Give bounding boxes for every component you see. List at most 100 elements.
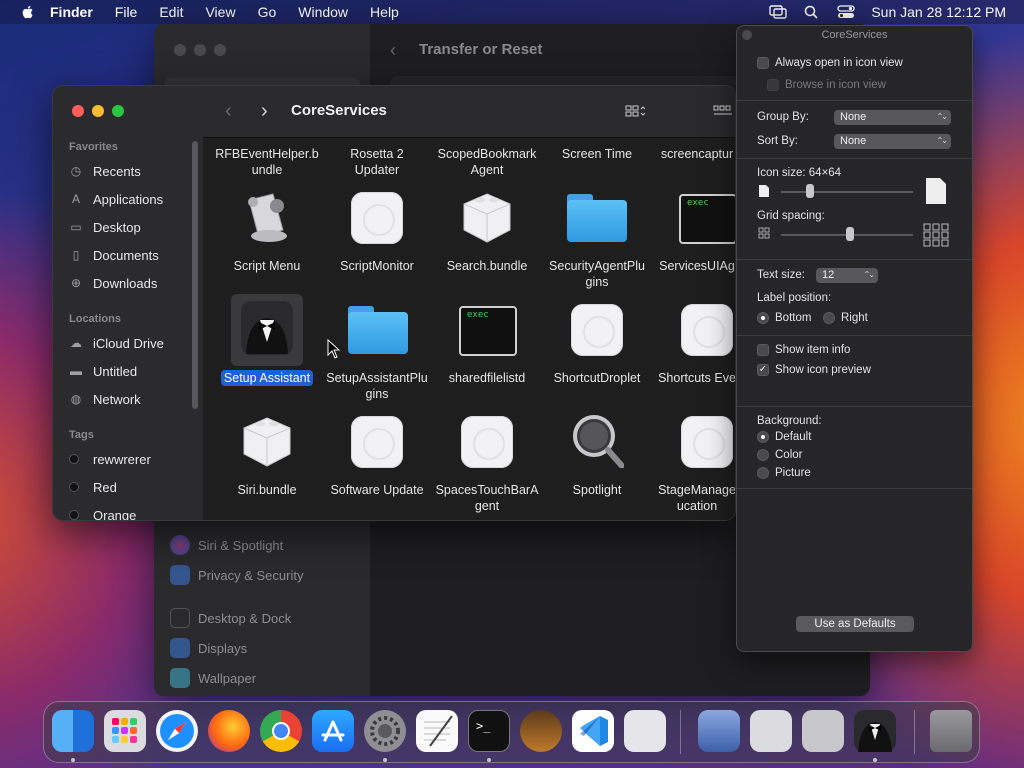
file-item-scopedbookmarkagent[interactable]: ScopedBookmark Agent bbox=[432, 146, 542, 178]
sidebar-item-downloads[interactable]: ⊕ Downloads bbox=[69, 271, 157, 295]
always-open-checkbox[interactable]: Always open in icon view bbox=[757, 57, 903, 69]
firefox-dock-icon[interactable] bbox=[208, 710, 250, 752]
finder-content: ‹ › CoreServices RFBEventHelper.b undle … bbox=[203, 86, 735, 520]
sidebar-tag-red[interactable]: Red bbox=[69, 475, 117, 499]
settings-item-label: Wallpaper bbox=[198, 670, 257, 686]
wide-grid-icon bbox=[923, 223, 949, 247]
sidebar-item-recents[interactable]: ◷ Recents bbox=[69, 159, 141, 183]
back-chevron-icon[interactable]: ‹ bbox=[390, 40, 396, 61]
bootcamp-dock-icon[interactable] bbox=[750, 710, 792, 752]
settings-zoom-button[interactable] bbox=[214, 44, 226, 56]
minimize-button[interactable] bbox=[92, 105, 104, 117]
tags-header: Tags bbox=[69, 429, 94, 441]
menu-view[interactable]: View bbox=[205, 4, 235, 20]
forward-chevron-icon[interactable]: › bbox=[261, 100, 268, 123]
menu-clock[interactable]: Sun Jan 28 12:12 PM bbox=[871, 4, 1006, 20]
show-item-info-checkbox[interactable]: Show item info bbox=[757, 344, 850, 356]
settings-item-wallpaper[interactable]: Wallpaper bbox=[170, 665, 256, 691]
background-picture-radio[interactable]: Picture bbox=[757, 467, 811, 479]
file-label: Rosetta 2 Updater bbox=[350, 147, 404, 177]
menu-window[interactable]: Window bbox=[298, 4, 348, 20]
trash-dock-icon[interactable] bbox=[930, 710, 972, 752]
settings-item-label: Privacy & Security bbox=[198, 567, 304, 583]
file-item-screen-time[interactable]: Screen Time bbox=[542, 146, 652, 162]
sidebar-item-icloud-drive[interactable]: ☁ iCloud Drive bbox=[69, 331, 164, 355]
file-item-screencapture[interactable]: screencaptur bbox=[652, 146, 735, 162]
running-indicator bbox=[487, 758, 491, 762]
terminal-exec-icon: exec bbox=[679, 194, 735, 244]
apple-menu-icon[interactable] bbox=[20, 4, 36, 20]
panel-close-button[interactable] bbox=[742, 30, 752, 40]
settings-item-desktop-dock[interactable]: Desktop & Dock bbox=[170, 605, 291, 631]
generic-app-dock-icon[interactable] bbox=[624, 710, 666, 752]
group-by-select[interactable]: None bbox=[834, 109, 951, 125]
settings-item-privacy-security[interactable]: Privacy & Security bbox=[170, 562, 303, 588]
vscode-dock-icon[interactable] bbox=[572, 710, 614, 752]
file-label: ShortcutDroplet bbox=[553, 371, 641, 385]
launchpad-dock-icon[interactable] bbox=[104, 710, 146, 752]
folder-icon bbox=[348, 306, 408, 354]
menu-help[interactable]: Help bbox=[370, 4, 399, 20]
settings-item-displays[interactable]: Displays bbox=[170, 635, 247, 661]
safari-dock-icon[interactable] bbox=[156, 710, 198, 752]
chrome-dock-icon[interactable] bbox=[260, 710, 302, 752]
close-button[interactable] bbox=[72, 105, 84, 117]
sidebar-item-network[interactable]: ◍ Network bbox=[69, 387, 141, 411]
screen-mirroring-icon[interactable] bbox=[769, 5, 788, 19]
sidebar-item-desktop[interactable]: ▭ Desktop bbox=[69, 215, 140, 239]
finder-dock-icon[interactable] bbox=[52, 710, 94, 752]
system-settings-dock-icon[interactable] bbox=[364, 710, 406, 752]
settings-minimize-button[interactable] bbox=[194, 44, 206, 56]
file-item-rfbeventhelper[interactable]: RFBEventHelper.b undle bbox=[212, 146, 322, 178]
sidebar-tag-orange[interactable]: Orange bbox=[69, 503, 136, 520]
checkbox-icon bbox=[757, 57, 769, 69]
show-icon-preview-checkbox[interactable]: ✓ Show icon preview bbox=[757, 364, 871, 376]
use-as-defaults-button[interactable]: Use as Defaults bbox=[796, 616, 914, 632]
label-position-right-radio[interactable]: Right bbox=[823, 312, 868, 324]
garageband-dock-icon[interactable] bbox=[520, 710, 562, 752]
label-position-bottom-radio[interactable]: Bottom bbox=[757, 312, 811, 324]
view-grid-icon[interactable] bbox=[625, 103, 645, 119]
textedit-dock-icon[interactable] bbox=[416, 710, 458, 752]
wallpaper-icon bbox=[170, 668, 190, 688]
settings-close-button[interactable] bbox=[174, 44, 186, 56]
settings-item-siri-spotlight[interactable]: Siri & Spotlight bbox=[170, 532, 283, 558]
control-center-icon[interactable] bbox=[837, 5, 855, 19]
sidebar-item-label: Documents bbox=[93, 247, 159, 263]
search-icon[interactable] bbox=[803, 5, 821, 19]
back-chevron-icon[interactable]: ‹ bbox=[225, 100, 232, 123]
sidebar-tag-rewwrerer[interactable]: rewwrerer bbox=[69, 447, 151, 471]
app-store-dock-icon[interactable] bbox=[312, 710, 354, 752]
tag-dot-icon bbox=[69, 454, 79, 464]
menu-edit[interactable]: Edit bbox=[159, 4, 183, 20]
menu-app-finder[interactable]: Finder bbox=[50, 4, 93, 20]
file-label: SpacesTouchBarA gent bbox=[435, 483, 539, 513]
sidebar-scrollbar[interactable] bbox=[192, 141, 198, 409]
zoom-button[interactable] bbox=[112, 105, 124, 117]
disk-utility-dock-icon[interactable] bbox=[802, 710, 844, 752]
sidebar-item-applications[interactable]: A Applications bbox=[69, 187, 163, 211]
file-label: Siri.bundle bbox=[237, 483, 297, 497]
terminal-dock-icon[interactable]: >_ bbox=[468, 710, 510, 752]
setup-assistant-dock-icon[interactable] bbox=[854, 710, 896, 752]
group-view-icon[interactable] bbox=[713, 103, 733, 119]
migration-assistant-dock-icon[interactable] bbox=[698, 710, 740, 752]
sidebar-item-untitled[interactable]: ▬ Untitled bbox=[69, 359, 137, 383]
file-item-rosetta-updater[interactable]: Rosetta 2 Updater bbox=[322, 146, 432, 178]
sidebar-item-documents[interactable]: ▯ Documents bbox=[69, 243, 159, 267]
grid-spacing-slider-knob[interactable] bbox=[845, 227, 854, 241]
background-default-radio[interactable]: Default bbox=[757, 431, 811, 443]
background-color-radio[interactable]: Color bbox=[757, 449, 802, 461]
sort-by-select[interactable]: None bbox=[834, 133, 951, 149]
divider bbox=[737, 335, 972, 336]
applications-icon: A bbox=[71, 192, 80, 206]
dock-icon bbox=[170, 608, 190, 628]
cloud-icon: ☁ bbox=[70, 336, 82, 350]
generic-app-icon bbox=[351, 416, 403, 468]
menu-file[interactable]: File bbox=[115, 4, 138, 20]
menu-go[interactable]: Go bbox=[258, 4, 277, 20]
text-size-select[interactable]: 12 bbox=[816, 267, 878, 283]
icon-size-slider[interactable] bbox=[781, 191, 913, 193]
icon-size-slider-knob[interactable] bbox=[806, 184, 815, 198]
divider bbox=[737, 259, 972, 260]
